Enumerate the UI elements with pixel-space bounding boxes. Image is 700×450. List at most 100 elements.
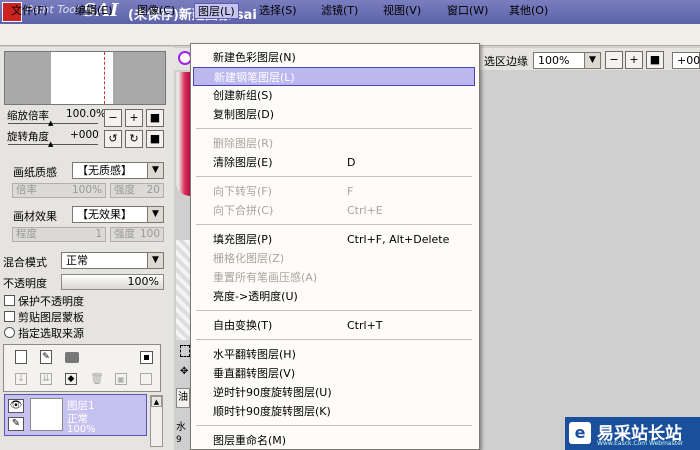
layer-opacity: 100% <box>67 424 96 435</box>
move-tool-icon[interactable]: ✥ <box>180 366 190 378</box>
effect-strength-label: 强度 <box>114 228 135 240</box>
menu-filter[interactable]: 滤镜(T) <box>318 3 361 19</box>
menu-separator <box>196 128 472 129</box>
menu-item-luminance-to-alpha[interactable]: 亮度->透明度(U) <box>193 287 475 306</box>
effect-strength-field: 强度 100 <box>110 227 164 242</box>
menu-item-delete-layer[interactable]: 删除图层(R) <box>193 134 475 153</box>
zoom-value: 100.0% <box>66 108 107 120</box>
zoom-in-button[interactable]: + <box>625 51 643 69</box>
selection-source-label: 指定选取来源 <box>18 327 84 340</box>
menu-item-flip-vertical[interactable]: 垂直翻转图层(V) <box>193 364 475 383</box>
eye-icon[interactable]: 👁 <box>8 399 24 413</box>
new-layer-icon[interactable] <box>15 350 27 364</box>
menu-item-free-transform[interactable]: 自由变换(T) Ctrl+T <box>193 316 475 335</box>
selection-source-radio[interactable] <box>4 327 15 338</box>
scroll-up-icon[interactable]: ▲ <box>151 396 162 407</box>
menu-edit[interactable]: 编辑(E) <box>72 3 116 19</box>
menu-item-fill-layer[interactable]: 填充图层(P) Ctrl+F, Alt+Delete <box>193 230 475 249</box>
blend-mode-label: 混合模式 <box>3 256 47 269</box>
layer-mask-icon[interactable] <box>140 351 153 364</box>
merge-visible-icon[interactable]: ▣ <box>115 373 127 385</box>
blend-mode-combo[interactable]: 正常 ▼ <box>61 252 164 269</box>
opacity-value: 100% <box>127 275 159 288</box>
watermark-logo: e 易采站长站 Www.Easck.Com Webmaster <box>565 417 700 450</box>
zoom-reset-button[interactable]: ■ <box>646 51 664 69</box>
clip-mask-checkbox[interactable] <box>4 311 15 322</box>
watermark-icon: e <box>569 422 591 444</box>
clip-mask-label: 剪贴图层蒙板 <box>18 311 84 324</box>
menu-view[interactable]: 视图(V) <box>380 3 424 19</box>
merge-down-icon[interactable]: ⇊ <box>40 373 52 385</box>
menu-item-rename-layer[interactable]: 图层重命名(M) <box>193 431 475 450</box>
new-folder-icon[interactable] <box>65 352 79 363</box>
zoom-out-small-button[interactable]: − <box>104 109 122 127</box>
rotate-right-icon[interactable]: ↻ <box>125 130 143 148</box>
menu-item-merge-down[interactable]: 向下合拼(C) Ctrl+E <box>193 201 475 220</box>
menu-other[interactable]: 其他(O) <box>506 3 551 19</box>
menu-item-new-pen-layer[interactable]: 新建钢笔图层(L) <box>193 67 475 86</box>
paper-texture-value: 【无质感】 <box>77 164 132 177</box>
chevron-down-icon: ▼ <box>147 253 163 268</box>
paper-rate-field: 倍率 100% <box>12 183 106 198</box>
zoom-combo[interactable]: 100% ▼ <box>533 52 601 69</box>
menu-layer[interactable]: 图层(L) <box>194 3 239 19</box>
menu-item-rotate-ccw[interactable]: 逆时针90度旋转图层(U) <box>193 383 475 402</box>
swatch-strip[interactable] <box>176 240 190 340</box>
menu-image[interactable]: 图像(C) <box>134 3 178 19</box>
paper-strength-value: 20 <box>146 184 160 196</box>
pen-edit-icon[interactable]: ✎ <box>8 417 24 431</box>
layer-thumbnail <box>30 398 63 431</box>
color-wheel-fragment[interactable] <box>176 72 190 196</box>
effect-strength-value: 100 <box>139 228 160 240</box>
paper-rate-label: 倍率 <box>16 184 37 196</box>
clear-layer-icon[interactable]: ◆ <box>65 373 77 385</box>
tool-tab-size: 9娘 <box>176 435 182 445</box>
protect-opacity-label: 保护不透明度 <box>18 295 84 308</box>
menu-item-rotate-cw[interactable]: 顺时针90度旋转图层(K) <box>193 402 475 421</box>
zoom-out-button[interactable]: − <box>605 51 623 69</box>
rotate-left-icon[interactable]: ↺ <box>104 130 122 148</box>
trash-icon[interactable]: 🗑 <box>90 373 104 385</box>
opacity-label: 不透明度 <box>3 277 47 290</box>
tool-tab-water[interactable]: 水 <box>176 421 190 434</box>
menu-window[interactable]: 窗口(W) <box>444 3 491 19</box>
paper-rate-value: 100% <box>71 184 102 196</box>
rotate-reset-button[interactable]: ■ <box>146 130 164 148</box>
chevron-down-icon: ▼ <box>584 53 600 68</box>
menu-separator <box>196 339 472 340</box>
blend-mode-value: 正常 <box>66 254 88 267</box>
menu-file[interactable]: 文件(F) <box>8 3 51 19</box>
menu-item-reset-pressure[interactable]: 重置所有笔画压感(A) <box>193 268 475 287</box>
effect-degree-field: 程度 1 <box>12 227 106 242</box>
zoom-combo-value: 100% <box>538 54 570 67</box>
rotate-slider-handle[interactable]: ▲ <box>48 140 53 148</box>
zoom-in-small-button[interactable]: + <box>125 109 143 127</box>
chevron-down-icon: ▼ <box>147 207 163 222</box>
menu-item-rasterize-layer[interactable]: 栅格化图层(Z) <box>193 249 475 268</box>
angle-field[interactable]: +00 <box>672 52 700 69</box>
brush-effect-label: 画材效果 <box>13 210 57 223</box>
selection-tool-icon[interactable] <box>180 345 190 357</box>
zoom-slider-handle[interactable]: ▲ <box>48 119 53 127</box>
brush-effect-value: 【无效果】 <box>77 208 132 221</box>
menu-item-transfer-down[interactable]: 向下转写(F) F <box>193 182 475 201</box>
effect-degree-value: 1 <box>95 228 102 240</box>
menu-item-duplicate-layer[interactable]: 复制图层(D) <box>193 105 475 124</box>
menu-item-clear-layer[interactable]: 清除图层(E) D <box>193 153 475 172</box>
zoom-fit-button[interactable]: ■ <box>146 109 164 127</box>
transfer-down-icon[interactable]: ↓ <box>15 373 27 385</box>
protect-opacity-checkbox[interactable] <box>4 295 15 306</box>
new-pen-layer-icon[interactable]: ✎ <box>40 350 52 364</box>
menu-item-flip-horizontal[interactable]: 水平翻转图层(H) <box>193 345 475 364</box>
apply-mask-icon[interactable] <box>140 373 152 385</box>
menu-item-new-color-layer[interactable]: 新建色彩图层(N) <box>193 48 475 67</box>
paper-texture-combo[interactable]: 【无质感】 ▼ <box>72 162 164 179</box>
menu-separator <box>196 176 472 177</box>
menu-select[interactable]: 选择(S) <box>256 3 300 19</box>
opacity-slider[interactable]: 100% <box>61 274 164 290</box>
brush-effect-combo[interactable]: 【无效果】 ▼ <box>72 206 164 223</box>
menu-item-new-group[interactable]: 创建新组(S) <box>193 86 475 105</box>
tool-tab-oil[interactable]: 油 <box>176 388 190 408</box>
menu-separator <box>196 224 472 225</box>
navigator-viewport <box>104 52 105 104</box>
